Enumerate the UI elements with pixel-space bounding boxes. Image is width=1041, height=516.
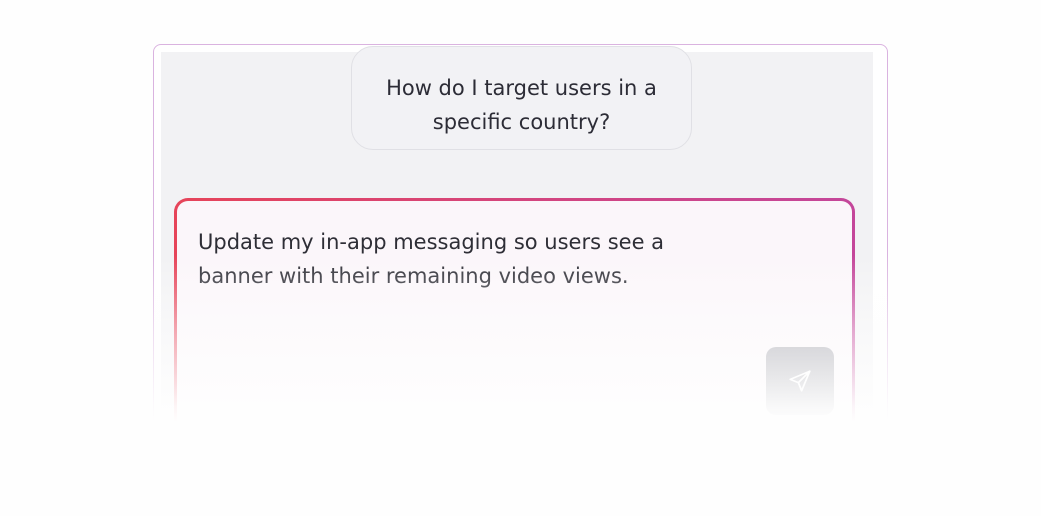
send-icon [789, 370, 811, 392]
chat-panel: How do I target users in a specific coun… [153, 44, 888, 464]
send-button[interactable] [766, 347, 834, 415]
message-composer: Update my in-app messaging so users see … [174, 198, 855, 463]
chat-panel-body: How do I target users in a specific coun… [161, 46, 873, 463]
chat-stage: How do I target users in a specific coun… [0, 0, 1041, 516]
message-input[interactable]: Update my in-app messaging so users see … [198, 225, 718, 293]
suggested-prompt-button[interactable]: How do I target users in a specific coun… [351, 46, 692, 150]
suggested-prompt-label: How do I target users in a specific coun… [386, 76, 657, 134]
